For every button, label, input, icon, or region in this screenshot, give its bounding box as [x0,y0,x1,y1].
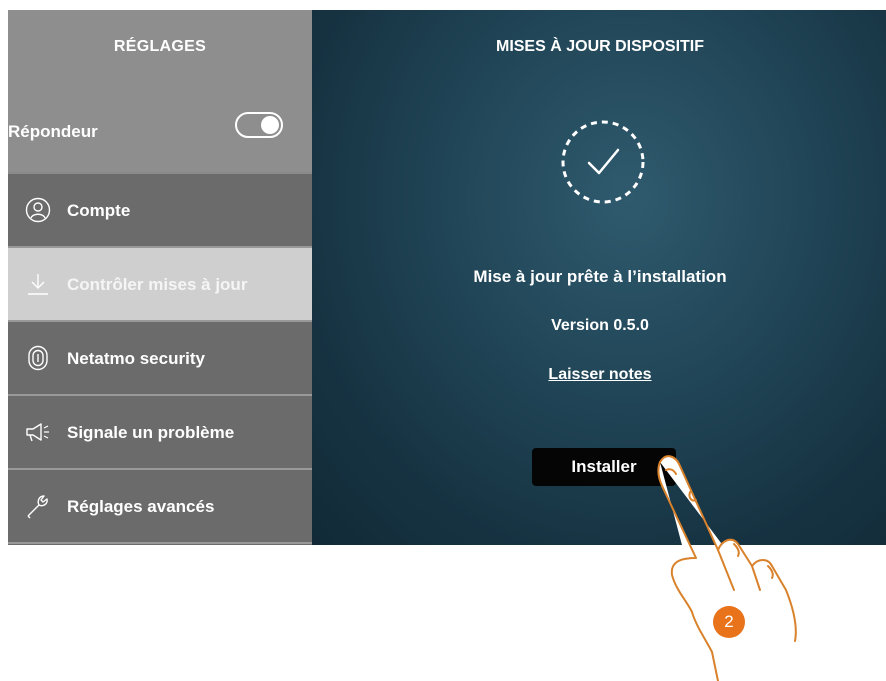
user-circle-icon [25,197,51,223]
sidebar-item-check-updates[interactable]: Contrôler mises à jour [8,248,312,322]
step-badge: 2 [713,606,745,638]
sidebar-item-label: Contrôler mises à jour [67,275,248,294]
sidebar-item-netatmo-security[interactable]: Netatmo security [8,322,312,396]
settings-sidebar: RÉGLAGES Répondeur Compte Contrôler mise… [8,10,312,545]
download-icon [28,274,48,295]
check-circle-icon [561,120,645,204]
megaphone-icon [26,423,49,442]
fingerprint-icon [28,345,48,371]
sidebar-item-report-problem[interactable]: Signale un problème [8,396,312,470]
panel-title: MISES À JOUR DISPOSITIF [495,38,705,55]
version-text: Version 0.5.0 [551,317,649,334]
sidebar-header: RÉGLAGES [8,10,312,92]
answering-machine-label: Répondeur [8,122,98,141]
sidebar-item-label: Signale un problème [67,423,235,442]
release-notes-link[interactable]: Laisser notes [312,366,886,384]
wrench-icon [27,495,48,519]
update-status-text: Mise à jour prête à l’installation [473,267,727,286]
sidebar-item-label: Réglages avancés [67,497,215,516]
answering-machine-row: Répondeur [8,92,312,174]
sidebar-title: RÉGLAGES [113,38,207,55]
answering-machine-toggle[interactable] [235,112,283,138]
sidebar-item-advanced-settings[interactable]: Réglages avancés [8,470,312,544]
pointing-hand-icon [657,455,797,681]
toggle-knob [261,116,279,134]
sidebar-item-label: Netatmo security [67,349,205,368]
sidebar-item-account[interactable]: Compte [8,174,312,248]
sidebar-item-label: Compte [67,201,131,220]
